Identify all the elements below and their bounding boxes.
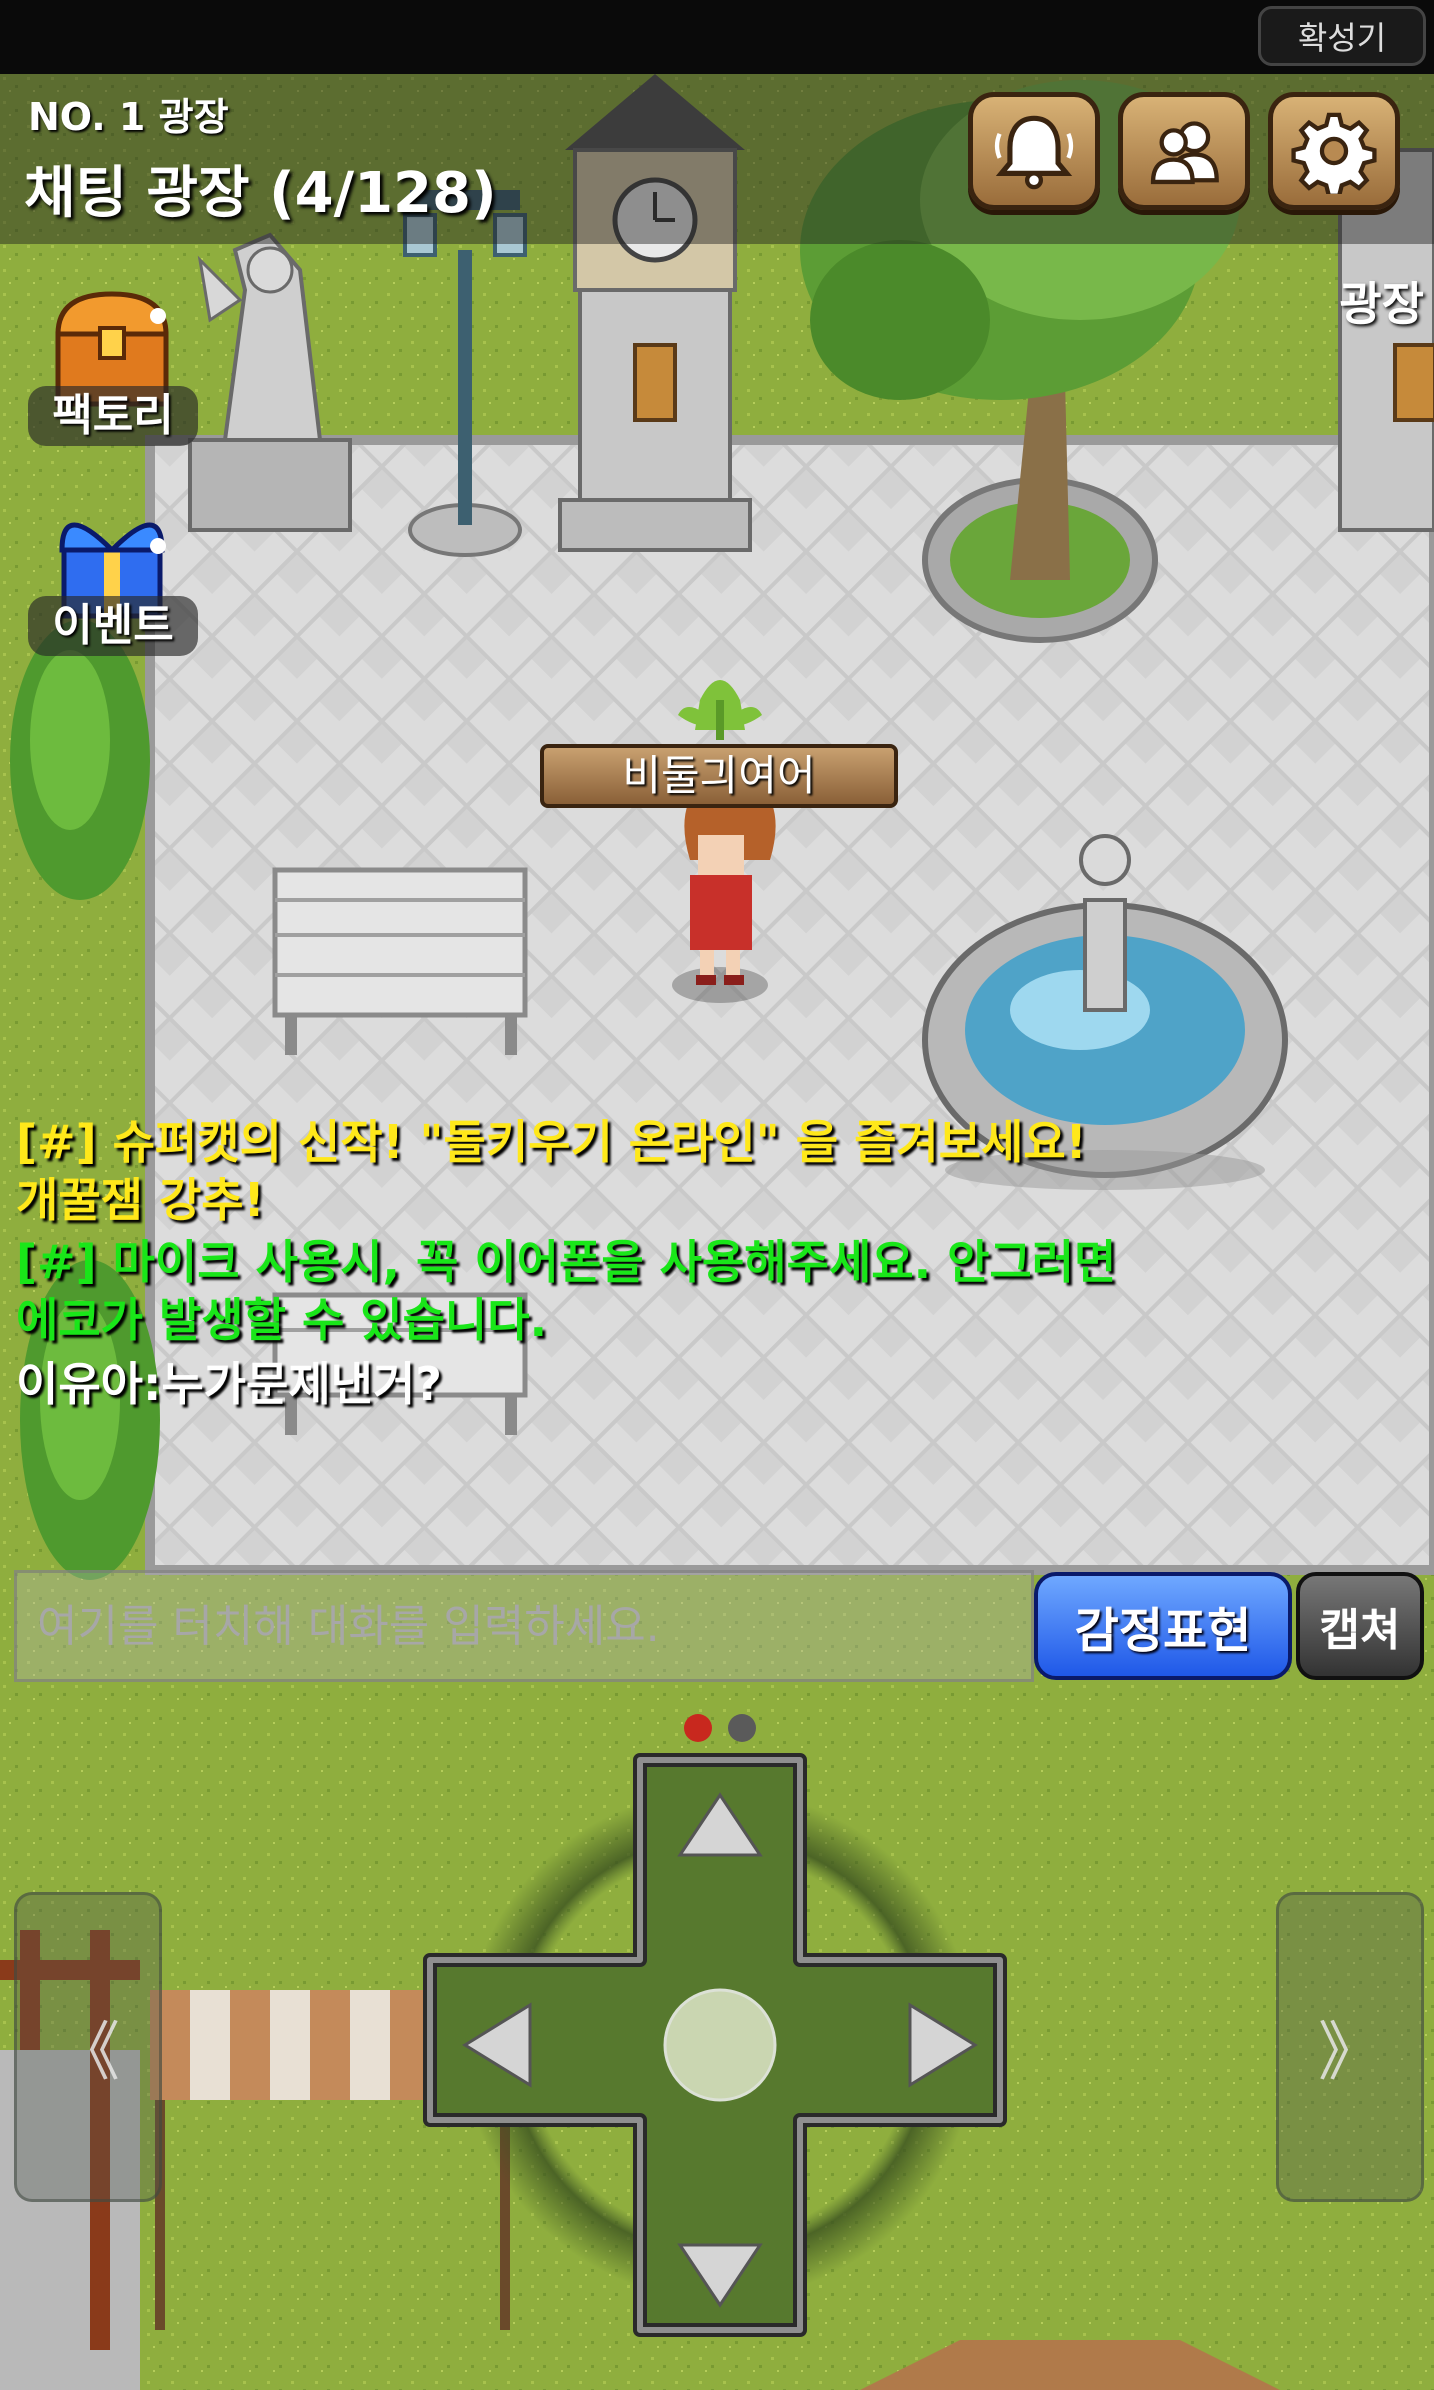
status-bar	[0, 0, 1434, 74]
player-nameplate: 비둘긔여어	[540, 744, 898, 808]
event-menu-label: 이벤트	[28, 596, 198, 656]
event-menu[interactable]: 이벤트	[28, 500, 198, 670]
prev-page-button[interactable]: 《	[14, 1892, 162, 2202]
capture-button[interactable]: 캡쳐	[1296, 1572, 1424, 1680]
factory-menu[interactable]: 팩토리	[28, 290, 198, 460]
emote-button[interactable]: 감정표현	[1034, 1572, 1292, 1680]
friends-icon	[1150, 121, 1219, 185]
notification-button[interactable]	[968, 92, 1100, 210]
page-indicator-dot	[728, 1714, 756, 1742]
chat-line: 개꿀잼 강추!	[16, 1173, 265, 1227]
room-title: 채팅 광장 (4/128)	[24, 161, 497, 226]
plaza-number: NO. 1 광장	[28, 95, 229, 139]
chat-line: [#] 마이크 사용시, 꼭 이어폰을 사용해주세요. 안그러면	[16, 1235, 1117, 1289]
friends-button[interactable]	[1118, 92, 1250, 210]
bell-icon	[994, 115, 1074, 190]
gear-icon	[1291, 112, 1377, 194]
chat-line: 이유아:누가문제낸거?	[16, 1357, 442, 1411]
next-page-button[interactable]: 》	[1276, 1892, 1424, 2202]
chat-line: [#] 슈퍼캣의 신작! "돌키우기 온라인" 을 즐겨보세요!	[16, 1115, 1087, 1169]
settings-button[interactable]	[1268, 92, 1400, 210]
area-label: 광장	[1339, 277, 1424, 331]
page-indicator-dot-active	[684, 1714, 712, 1742]
chat-input[interactable]	[14, 1570, 1034, 1682]
megaphone-button[interactable]: 확성기	[1258, 6, 1426, 66]
chat-line: 에코가 발생할 수 있습니다.	[16, 1293, 548, 1347]
factory-menu-label: 팩토리	[28, 386, 198, 446]
